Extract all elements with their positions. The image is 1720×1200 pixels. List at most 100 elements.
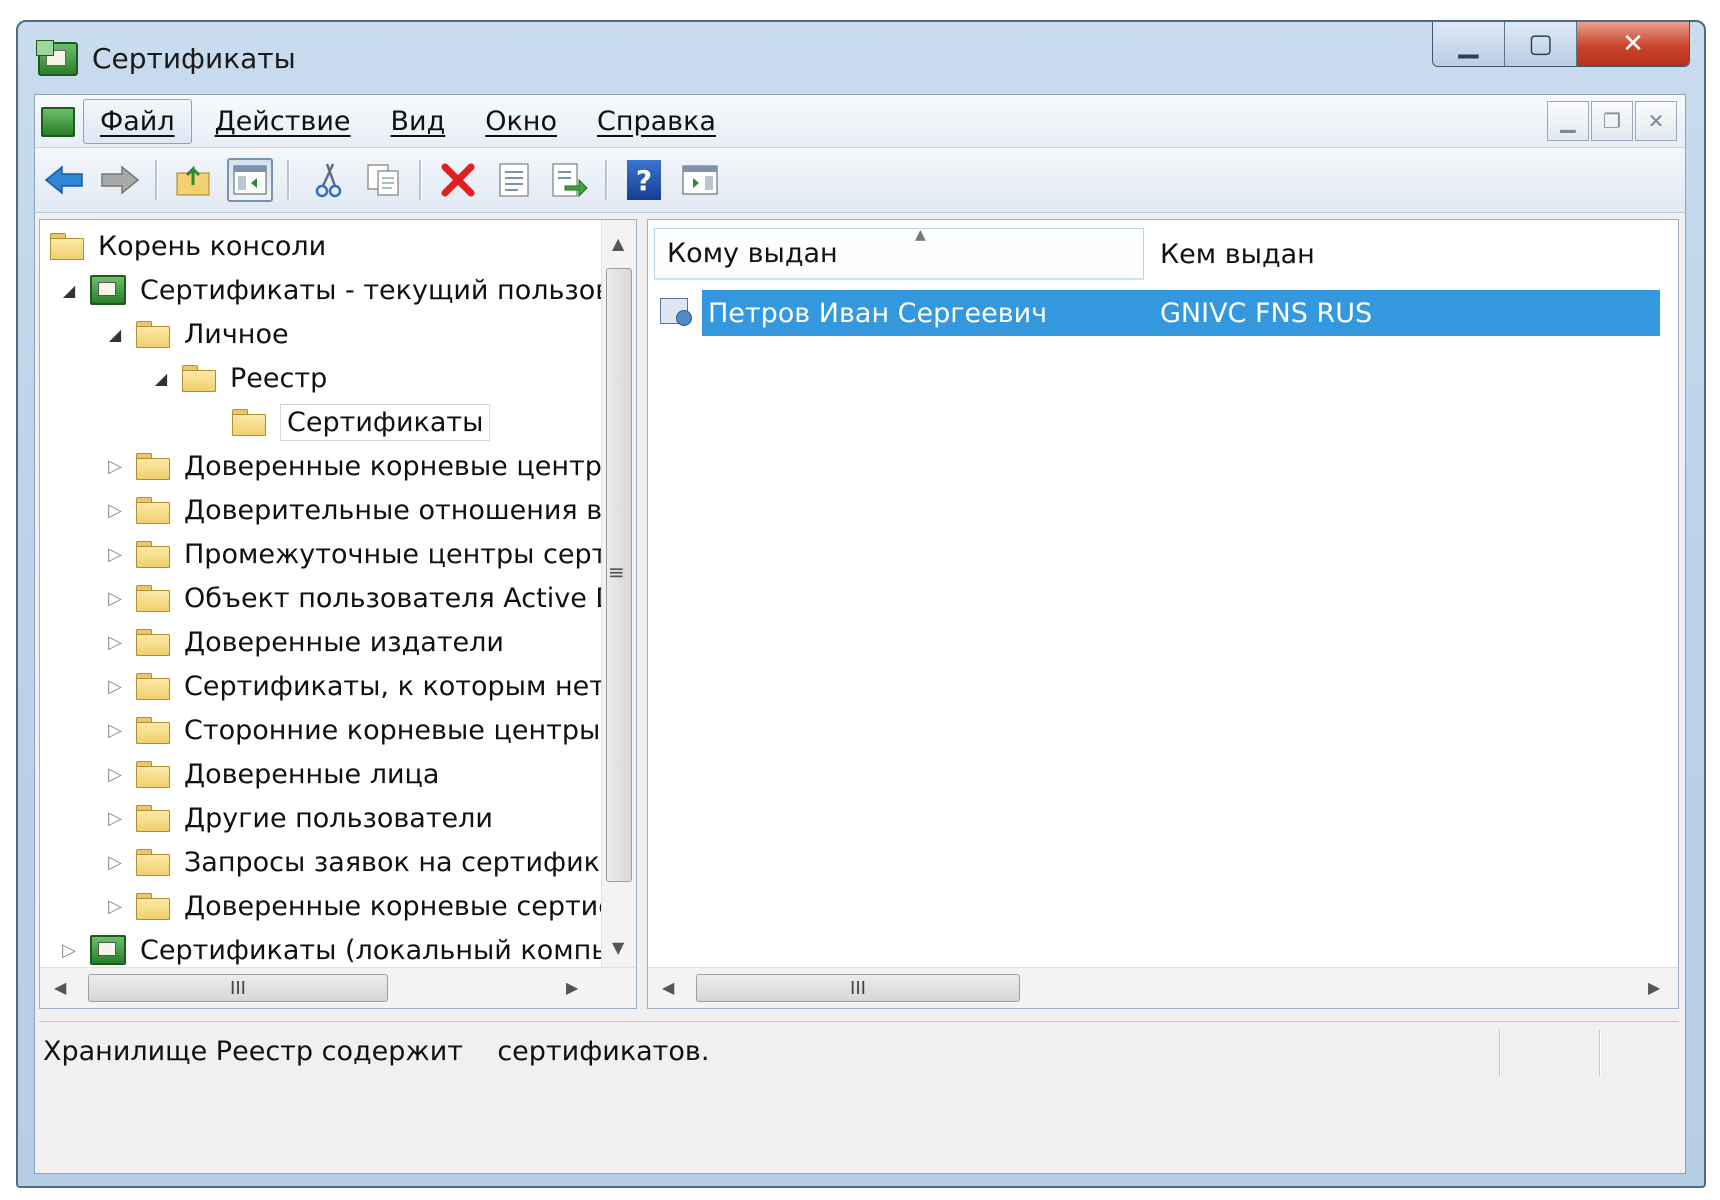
results-hscroll-thumb[interactable]: III <box>696 974 1020 1002</box>
tree-collapsed-arrow-icon[interactable]: ▷ <box>58 940 80 961</box>
mdi-caption-buttons: ▁ ❐ ✕ <box>1547 101 1677 141</box>
copy-icon[interactable] <box>361 158 407 202</box>
scroll-grip-icon: III <box>230 977 246 999</box>
scroll-left-arrow-icon[interactable]: ◀ <box>54 978 66 997</box>
status-divider <box>1599 1030 1601 1076</box>
folder-icon <box>136 585 170 612</box>
mdi-close-button[interactable]: ✕ <box>1635 101 1677 141</box>
console-tree-pane[interactable]: Корень консоли ◢ Сертификаты - текущий п… <box>39 219 637 1009</box>
menu-help[interactable]: Справка <box>580 99 733 144</box>
tree-node-enrollment-requests[interactable]: ▷ Запросы заявок на сертифика <box>104 840 616 884</box>
tree-collapsed-arrow-icon[interactable]: ▷ <box>104 764 126 785</box>
tree-node-trusted-publishers[interactable]: ▷ Доверенные издатели <box>104 620 504 664</box>
export-icon[interactable] <box>547 158 593 202</box>
folder-icon <box>182 365 216 392</box>
close-button[interactable]: ✕ <box>1577 22 1689 66</box>
tree-node-console-root[interactable]: Корень консоли <box>50 224 326 268</box>
tree-vertical-scrollbar[interactable]: ▲ ≡ ▼ <box>601 220 636 968</box>
folder-icon <box>136 321 170 348</box>
tree-node-trusted-root[interactable]: ▷ Доверенные корневые центрі <box>104 444 609 488</box>
folder-icon <box>136 805 170 832</box>
tree-node-third-party-root[interactable]: ▷ Сторонние корневые центры <box>104 708 600 752</box>
scroll-right-arrow-icon[interactable]: ▶ <box>1648 978 1660 997</box>
tree-node-certificates-selected[interactable]: Сертификаты <box>232 400 491 444</box>
maximize-button[interactable]: ▢ <box>1505 22 1577 66</box>
folder-icon <box>136 541 170 568</box>
console-system-menu-icon[interactable] <box>41 107 75 137</box>
tree-collapsed-arrow-icon[interactable]: ▷ <box>104 676 126 697</box>
tree-node-registry[interactable]: ◢ Реестр <box>150 356 327 400</box>
minimize-icon: ▁ <box>1458 29 1479 59</box>
tree-hscroll-thumb[interactable]: III <box>88 974 388 1002</box>
tree-horizontal-scrollbar[interactable]: ◀ III ▶ <box>40 967 636 1008</box>
tree-expanded-arrow-icon[interactable]: ◢ <box>150 369 172 388</box>
tree-node-current-user[interactable]: ◢ Сертификаты - текущий пользов <box>58 268 611 312</box>
toolbar-separator <box>287 160 290 200</box>
menu-view[interactable]: Вид <box>374 99 463 144</box>
tree-node-other-people[interactable]: ▷ Другие пользователи <box>104 796 493 840</box>
minimize-button[interactable]: ▁ <box>1433 22 1505 66</box>
tree-collapsed-arrow-icon[interactable]: ▷ <box>104 632 126 653</box>
folder-icon <box>136 673 170 700</box>
tree-expanded-arrow-icon[interactable]: ◢ <box>58 281 80 300</box>
maximize-icon: ▢ <box>1528 29 1553 59</box>
help-icon[interactable]: ? <box>621 158 667 202</box>
title-bar[interactable]: Сертификаты ▁ ▢ ✕ <box>18 22 1704 92</box>
up-folder-icon[interactable] <box>171 158 217 202</box>
scroll-grip-icon: III <box>850 977 866 999</box>
tree-expanded-arrow-icon[interactable]: ◢ <box>104 325 126 344</box>
folder-icon <box>50 233 84 260</box>
tree-collapsed-arrow-icon[interactable]: ▷ <box>104 720 126 741</box>
folder-icon <box>136 761 170 788</box>
scroll-up-arrow-icon[interactable]: ▲ <box>612 234 624 253</box>
folder-icon <box>136 893 170 920</box>
menu-action[interactable]: Действие <box>198 99 368 144</box>
scroll-left-arrow-icon[interactable]: ◀ <box>662 978 674 997</box>
properties-icon[interactable] <box>491 158 537 202</box>
show-action-pane-icon[interactable] <box>677 158 723 202</box>
delete-icon[interactable] <box>435 158 481 202</box>
back-arrow-icon[interactable] <box>41 158 87 202</box>
tree-node-intermediate[interactable]: ▷ Промежуточные центры серт <box>104 532 607 576</box>
scroll-right-arrow-icon[interactable]: ▶ <box>566 978 578 997</box>
cut-icon[interactable] <box>305 158 351 202</box>
toolbar-separator <box>605 160 608 200</box>
column-header-issued-by[interactable]: Кем выдан <box>1148 228 1568 280</box>
mdi-minimize-button[interactable]: ▁ <box>1547 101 1589 141</box>
cell-issued-to: Петров Иван Сергеевич <box>708 297 1048 329</box>
mdi-restore-button[interactable]: ❐ <box>1591 101 1633 141</box>
folder-icon <box>136 453 170 480</box>
show-hide-tree-icon[interactable] <box>227 158 273 202</box>
menu-file[interactable]: Файл <box>83 98 192 144</box>
tree-collapsed-arrow-icon[interactable]: ▷ <box>104 544 126 565</box>
tree-node-ad-user-object[interactable]: ▷ Объект пользователя Active D <box>104 576 616 620</box>
mmc-app-icon[interactable] <box>36 40 78 76</box>
tree-node-personal[interactable]: ◢ Личное <box>104 312 289 356</box>
tree-collapsed-arrow-icon[interactable]: ▷ <box>104 588 126 609</box>
tree-collapsed-arrow-icon[interactable]: ▷ <box>104 500 126 521</box>
close-icon: ✕ <box>1622 29 1644 59</box>
tree-collapsed-arrow-icon[interactable]: ▷ <box>104 896 126 917</box>
tree-node-untrusted[interactable]: ▷ Сертификаты, к которым нет <box>104 664 605 708</box>
tree-collapsed-arrow-icon[interactable]: ▷ <box>104 456 126 477</box>
column-header-issued-to[interactable]: ▲ Кому выдан <box>654 227 1144 280</box>
tree-collapsed-arrow-icon[interactable]: ▷ <box>104 808 126 829</box>
console-client-area: Файл Действие Вид Окно Справка ▁ ❐ ✕ ? К… <box>34 94 1686 1174</box>
folder-icon <box>136 849 170 876</box>
tree-node-local-computer[interactable]: ▷ Сертификаты (локальный компь <box>58 928 607 972</box>
results-horizontal-scrollbar[interactable]: ◀ III ▶ <box>648 967 1678 1008</box>
menu-window[interactable]: Окно <box>468 99 574 144</box>
tree-collapsed-arrow-icon[interactable]: ▷ <box>104 852 126 873</box>
scroll-down-arrow-icon[interactable]: ▼ <box>612 938 624 957</box>
sort-ascending-icon: ▲ <box>915 227 926 243</box>
tree-node-trusted-people[interactable]: ▷ Доверенные лица <box>104 752 439 796</box>
cell-issued-by: GNIVC FNS RUS <box>1160 297 1373 329</box>
tree-node-smart-card-root[interactable]: ▷ Доверенные корневые сертис <box>104 884 613 928</box>
results-pane[interactable]: ▲ Кому выдан Кем выдан Петров Иван Серге… <box>647 219 1679 1009</box>
certificate-row[interactable]: Петров Иван Сергеевич GNIVC FNS RUS <box>658 290 1660 336</box>
status-text: Хранилище Реестр содержит сертификатов. <box>43 1036 710 1067</box>
mmc-window: Сертификаты ▁ ▢ ✕ Файл Действие Вид Окно… <box>16 20 1706 1188</box>
forward-arrow-icon[interactable] <box>97 158 143 202</box>
certificate-snapin-icon <box>90 935 126 965</box>
tree-node-enterprise-trust[interactable]: ▷ Доверительные отношения в <box>104 488 602 532</box>
